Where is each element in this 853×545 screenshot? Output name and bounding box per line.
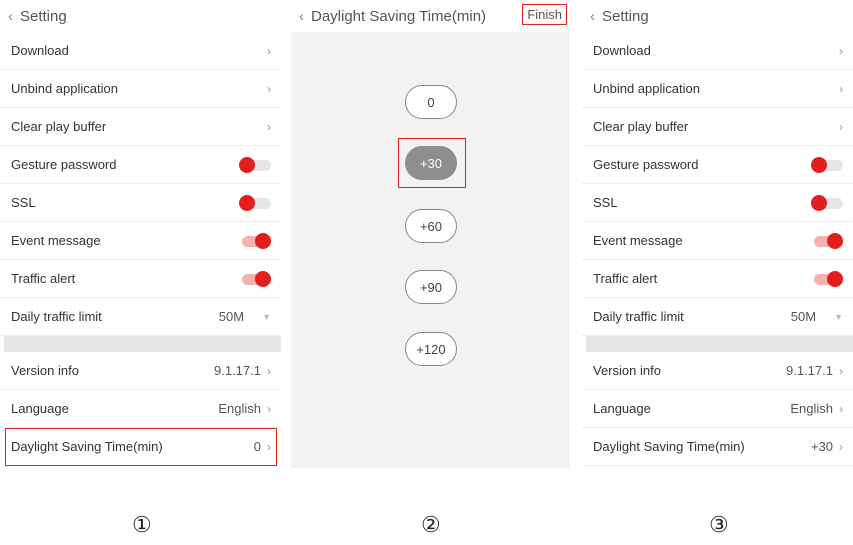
chevron-right-icon: ›	[267, 81, 271, 96]
row-label: Unbind application	[593, 81, 700, 96]
back-icon[interactable]: ‹	[590, 8, 595, 25]
section-divider	[4, 336, 281, 352]
traffic-alert-toggle[interactable]	[811, 270, 843, 287]
ssl-row: SSL	[0, 184, 281, 222]
download-row[interactable]: Download ›	[582, 32, 853, 70]
version-info-row[interactable]: Version info 9.1.17.1 ›	[0, 352, 281, 390]
unbind-application-row[interactable]: Unbind application ›	[0, 70, 281, 108]
clear-play-buffer-row[interactable]: Clear play buffer ›	[0, 108, 281, 146]
chevron-right-icon: ›	[839, 119, 843, 134]
page-title: Setting	[20, 7, 67, 25]
settings-header: ‹ Setting	[0, 0, 281, 32]
chevron-right-icon: ›	[267, 43, 271, 58]
chevron-right-icon: ›	[267, 363, 271, 378]
row-label: Daylight Saving Time(min)	[593, 439, 745, 454]
dst-option-0[interactable]: 0	[405, 85, 457, 119]
row-label: Traffic alert	[11, 271, 76, 286]
version-value: 9.1.17.1	[214, 363, 261, 378]
gesture-password-row: Gesture password	[0, 146, 281, 184]
version-info-row[interactable]: Version info 9.1.17.1 ›	[582, 352, 853, 390]
daily-traffic-limit-value: 50M	[790, 309, 817, 324]
traffic-alert-row: Traffic alert	[0, 260, 281, 298]
row-label: Unbind application	[11, 81, 118, 96]
traffic-alert-toggle[interactable]	[239, 270, 271, 287]
row-label: Version info	[593, 363, 661, 378]
language-row[interactable]: Language English ›	[0, 390, 281, 428]
settings-header: ‹ Setting	[582, 0, 853, 32]
daylight-saving-time-row[interactable]: Daylight Saving Time(min) +30 ›	[582, 428, 853, 466]
page-title: Daylight Saving Time(min)	[311, 7, 487, 25]
chevron-right-icon: ›	[839, 401, 843, 416]
row-label: Version info	[11, 363, 79, 378]
step-label-1: ①	[132, 512, 152, 537]
language-row[interactable]: Language English ›	[582, 390, 853, 428]
dst-option-60[interactable]: +60	[405, 209, 457, 243]
dst-picker-header: ‹ Daylight Saving Time(min) Finish	[291, 0, 570, 32]
daily-traffic-limit-value: 50M	[218, 309, 245, 324]
chevron-right-icon: ›	[839, 439, 843, 454]
back-icon[interactable]: ‹	[299, 8, 304, 25]
row-label: Clear play buffer	[11, 119, 107, 134]
row-label: Daily traffic limit	[593, 309, 684, 324]
row-label: Gesture password	[11, 157, 117, 172]
language-value: English	[218, 401, 261, 416]
language-value: English	[790, 401, 833, 416]
chevron-right-icon: ›	[267, 119, 271, 134]
download-row[interactable]: Download ›	[0, 32, 281, 70]
daylight-saving-time-row[interactable]: Daylight Saving Time(min) 0 ›	[5, 428, 277, 466]
event-message-toggle[interactable]	[239, 232, 271, 249]
chevron-right-icon: ›	[839, 363, 843, 378]
row-label: Gesture password	[593, 157, 699, 172]
event-message-row: Event message	[582, 222, 853, 260]
ssl-toggle[interactable]	[239, 194, 271, 211]
ssl-toggle[interactable]	[811, 194, 843, 211]
ssl-row: SSL	[582, 184, 853, 222]
event-message-row: Event message	[0, 222, 281, 260]
row-label: Language	[11, 401, 69, 416]
gesture-password-toggle[interactable]	[239, 156, 271, 173]
row-label: Clear play buffer	[593, 119, 689, 134]
row-label: Event message	[593, 233, 683, 248]
row-label: Daylight Saving Time(min)	[11, 439, 163, 454]
dropdown-caret-icon: ▼	[834, 311, 843, 322]
page-title: Setting	[602, 7, 649, 25]
chevron-right-icon: ›	[267, 401, 271, 416]
row-label: Download	[593, 43, 651, 58]
chevron-right-icon: ›	[839, 81, 843, 96]
dst-value: +30	[810, 439, 833, 454]
dst-value: 0	[253, 439, 261, 454]
daily-traffic-limit-row[interactable]: Daily traffic limit 50M ▼	[0, 298, 281, 336]
dst-option-90[interactable]: +90	[405, 270, 457, 304]
daily-traffic-limit-row[interactable]: Daily traffic limit 50M ▼	[582, 298, 853, 336]
dst-option-120[interactable]: +120	[405, 332, 457, 366]
chevron-right-icon: ›	[839, 43, 843, 58]
unbind-application-row[interactable]: Unbind application ›	[582, 70, 853, 108]
gesture-password-row: Gesture password	[582, 146, 853, 184]
row-label: SSL	[593, 195, 618, 210]
dst-option-30[interactable]: +30	[405, 146, 457, 180]
settings-panel-after: ‹ Setting Download › Unbind application › …	[582, 0, 853, 468]
step-label-2: ②	[421, 512, 441, 537]
back-icon[interactable]: ‹	[8, 8, 13, 25]
finish-button[interactable]: Finish	[522, 4, 567, 25]
row-label: SSL	[11, 195, 36, 210]
version-value: 9.1.17.1	[786, 363, 833, 378]
row-label: Daily traffic limit	[11, 309, 102, 324]
section-divider	[586, 336, 853, 352]
dst-picker-panel: ‹ Daylight Saving Time(min) Finish 0 +30…	[291, 0, 570, 468]
event-message-toggle[interactable]	[811, 232, 843, 249]
row-label: Language	[593, 401, 651, 416]
settings-panel-before: ‹ Setting Download › Unbind application › …	[0, 0, 281, 468]
row-label: Traffic alert	[593, 271, 658, 286]
step-label-3: ③	[709, 512, 729, 537]
row-label: Download	[11, 43, 69, 58]
dropdown-caret-icon: ▼	[262, 311, 271, 322]
chevron-right-icon: ›	[267, 439, 271, 454]
row-label: Event message	[11, 233, 101, 248]
gesture-password-toggle[interactable]	[811, 156, 843, 173]
traffic-alert-row: Traffic alert	[582, 260, 853, 298]
clear-play-buffer-row[interactable]: Clear play buffer ›	[582, 108, 853, 146]
